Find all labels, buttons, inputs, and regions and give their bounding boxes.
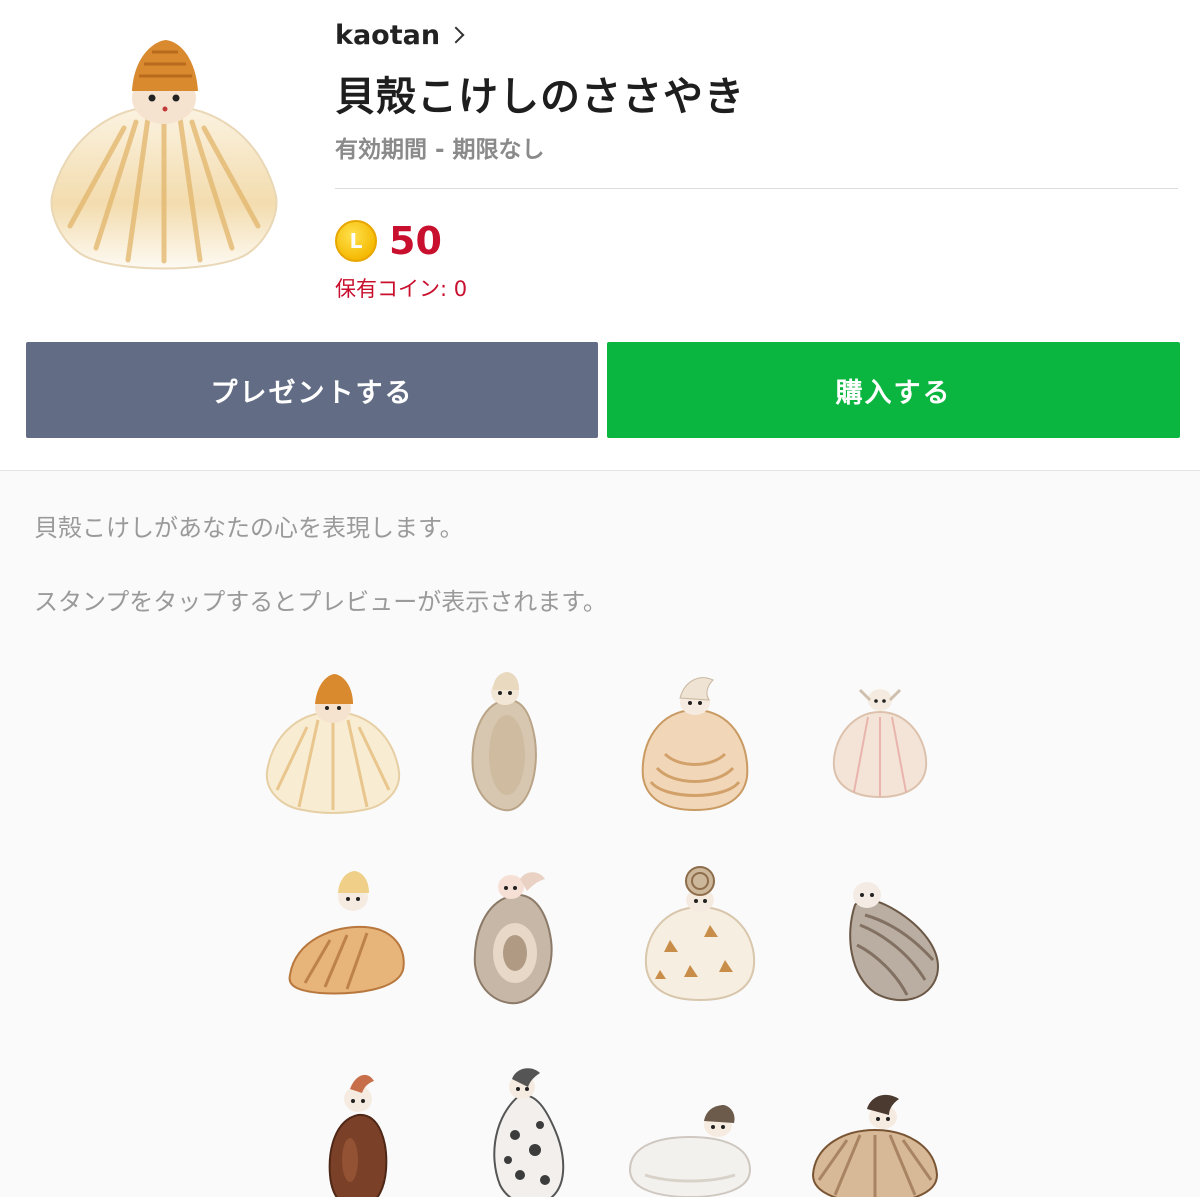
sticker-info: kaotan 貝殻こけしのささやき 有効期間 - 期限なし L 50 保有コイン… (335, 18, 1178, 301)
sticker-item[interactable] (625, 672, 765, 822)
validity-text: 有効期間 - 期限なし (335, 137, 545, 163)
preview-hint: スタンプをタップするとプレビューが表示されます。 (34, 588, 607, 616)
author-link[interactable]: kaotan (335, 18, 1178, 52)
sticker-item[interactable] (435, 670, 575, 820)
sticker-item[interactable] (290, 1065, 430, 1197)
gift-button[interactable]: プレゼントする (26, 342, 598, 438)
sticker-item[interactable] (263, 672, 403, 822)
main-sticker-image (50, 40, 278, 270)
divider (335, 188, 1178, 189)
owned-coins: 保有コイン: 0 (335, 277, 468, 301)
price-amount: 50 (389, 219, 442, 263)
sticker-title: 貝殻こけしのささやき (335, 74, 745, 120)
buy-button[interactable]: 購入する (607, 342, 1180, 438)
sticker-item[interactable] (805, 1065, 945, 1197)
author-name: kaotan (335, 19, 441, 51)
sticker-item[interactable] (620, 1065, 760, 1197)
sticker-header: kaotan 貝殻こけしのささやき 有効期間 - 期限なし L 50 保有コイン… (0, 0, 1200, 471)
sticker-item[interactable] (275, 865, 415, 1015)
sticker-item[interactable] (815, 865, 955, 1015)
sticker-description: 貝殻こけしがあなたの心を表現します。 (34, 514, 464, 542)
price-row: L 50 (335, 219, 1178, 263)
sticker-item[interactable] (810, 672, 950, 822)
sticker-item[interactable] (445, 865, 585, 1015)
sticker-item[interactable] (460, 1065, 600, 1197)
line-coin-icon: L (335, 220, 377, 262)
chevron-right-icon (447, 26, 465, 44)
sticker-item[interactable] (630, 865, 770, 1015)
